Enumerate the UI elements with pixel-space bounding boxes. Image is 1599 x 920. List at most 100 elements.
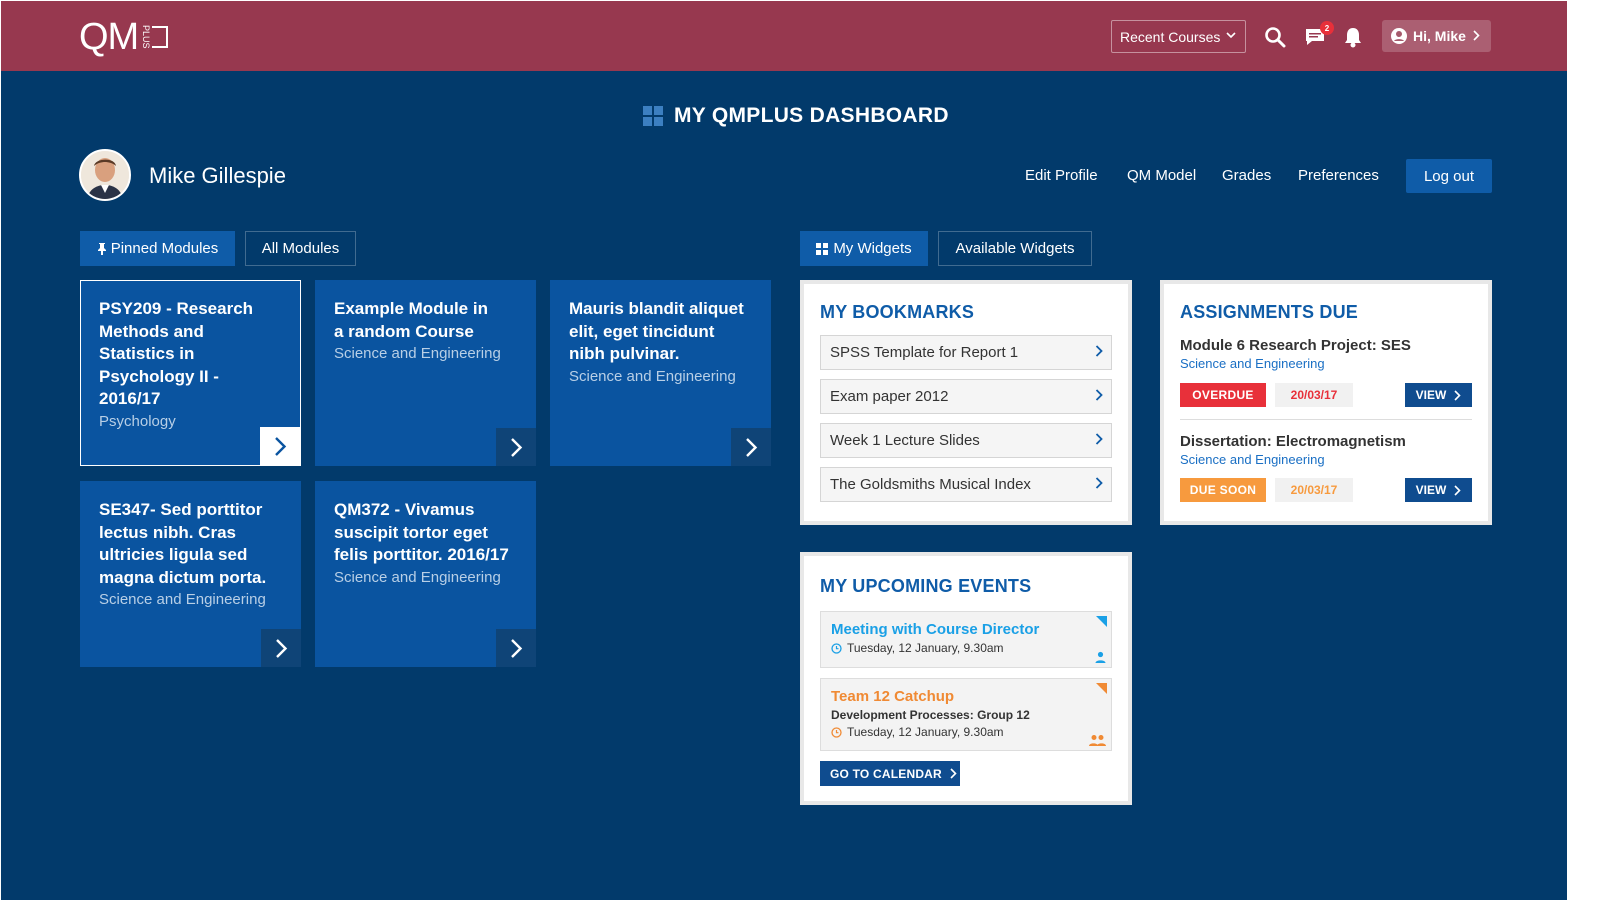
module-tile[interactable]: Example Module in a random Course Scienc…: [315, 280, 536, 466]
clock-icon: [831, 642, 842, 654]
divider: [1180, 419, 1472, 420]
event-description: Development Processes: Group 12: [831, 708, 1030, 722]
module-open-button[interactable]: [731, 428, 771, 466]
module-subtitle: Science and Engineering: [334, 568, 501, 586]
logo-plus-text: PLUS: [141, 25, 152, 49]
qmplus-logo[interactable]: QM PLUS: [79, 16, 169, 58]
page-title-text: MY QMPLUS DASHBOARD: [674, 104, 949, 127]
bookmark-item[interactable]: The Goldsmiths Musical Index: [820, 467, 1112, 502]
tab-my-widgets-label: My Widgets: [833, 240, 912, 257]
group-icon: [1089, 734, 1106, 746]
event-item[interactable]: Team 12 Catchup Development Processes: G…: [820, 678, 1112, 751]
event-time: Tuesday, 12 January, 9.30am: [831, 725, 1101, 739]
event-name: Meeting with Course Director: [831, 621, 1040, 638]
assignment-due-date: 20/03/17: [1275, 478, 1353, 502]
module-tile[interactable]: QM372 - Vivamus suscipit tortor eget fel…: [315, 481, 536, 667]
assignment-subtitle[interactable]: Science and Engineering: [1180, 452, 1472, 467]
module-title: QM372 - Vivamus suscipit tortor eget fel…: [334, 500, 509, 564]
bookmark-label: Exam paper 2012: [830, 388, 949, 405]
module-subtitle: Science and Engineering: [569, 367, 736, 385]
logo-bracket-icon: [152, 26, 169, 48]
module-title: Example Module in a random Course: [334, 299, 488, 341]
tab-available-widgets[interactable]: Available Widgets: [938, 231, 1092, 266]
search-icon[interactable]: [1263, 25, 1287, 49]
chevron-right-icon: [950, 768, 957, 779]
assignment-item: Dissertation: Electromagnetism Science a…: [1180, 433, 1472, 467]
module-open-button[interactable]: [496, 428, 536, 466]
chevron-right-icon: [1095, 344, 1103, 362]
assignment-subtitle[interactable]: Science and Engineering: [1180, 356, 1472, 371]
chevron-right-icon: [1473, 28, 1480, 44]
chevron-right-icon: [1454, 484, 1461, 496]
view-label: VIEW: [1415, 388, 1447, 402]
go-to-calendar-label: GO TO CALENDAR: [830, 766, 942, 781]
overdue-badge: OVERDUE: [1180, 383, 1266, 407]
events-title: MY UPCOMING EVENTS: [820, 576, 1032, 596]
chevron-right-icon: [1095, 388, 1103, 406]
assignment-due-date: 20/03/17: [1275, 383, 1353, 407]
assignments-widget: ASSIGNMENTS DUE Module 6 Research Projec…: [1160, 280, 1492, 525]
module-subtitle: Science and Engineering: [334, 345, 501, 362]
bookmark-label: Week 1 Lecture Slides: [830, 432, 980, 449]
tab-available-widgets-label: Available Widgets: [955, 240, 1075, 257]
logout-button[interactable]: Log out: [1406, 159, 1492, 193]
grades-link[interactable]: Grades: [1222, 167, 1271, 184]
tab-pinned-modules[interactable]: Pinned Modules: [80, 231, 235, 266]
event-name: Team 12 Catchup: [831, 688, 955, 705]
event-time: Tuesday, 12 January, 9.30am: [831, 641, 1101, 655]
event-item[interactable]: Meeting with Course Director Tuesday, 12…: [820, 611, 1112, 668]
event-type-marker: [1096, 683, 1107, 694]
view-label: VIEW: [1415, 483, 1447, 497]
module-open-button[interactable]: [261, 629, 301, 667]
bookmark-item[interactable]: Week 1 Lecture Slides: [820, 423, 1112, 458]
page-title: MY QMPLUS DASHBOARD: [643, 104, 949, 128]
go-to-calendar-button[interactable]: GO TO CALENDAR: [820, 761, 960, 786]
avatar[interactable]: [79, 149, 131, 201]
event-time-text: Tuesday, 12 January, 9.30am: [847, 725, 1004, 739]
bookmarks-widget: MY BOOKMARKS SPSS Template for Report 1 …: [800, 280, 1132, 525]
preferences-link[interactable]: Preferences: [1298, 167, 1379, 184]
chevron-right-icon: [1454, 389, 1461, 401]
module-tile[interactable]: Mauris blandit aliquet elit, eget tincid…: [550, 280, 771, 466]
module-tile[interactable]: PSY209 - Research Methods and Statistics…: [80, 280, 301, 466]
top-bar: QM PLUS Recent Courses 2 Hi, Mike: [1, 1, 1567, 71]
bookmark-item[interactable]: Exam paper 2012: [820, 379, 1112, 414]
tab-pinned-label: Pinned Modules: [110, 240, 219, 257]
dashboard-grid-icon: [643, 106, 663, 126]
module-open-button[interactable]: [260, 427, 300, 465]
recent-courses-dropdown[interactable]: Recent Courses: [1111, 20, 1246, 53]
view-assignment-button[interactable]: VIEW: [1405, 383, 1472, 407]
bookmark-label: SPSS Template for Report 1: [830, 344, 1019, 361]
profile-name: Mike Gillespie: [149, 163, 286, 188]
messages-badge: 2: [1320, 21, 1334, 35]
app-frame: QM PLUS Recent Courses 2 Hi, Mike MY QMP…: [1, 1, 1567, 900]
tab-all-modules[interactable]: All Modules: [245, 231, 356, 266]
module-subtitle: Science and Engineering: [99, 591, 266, 608]
chevron-down-icon: [1226, 31, 1236, 42]
edit-profile-link[interactable]: Edit Profile: [1025, 167, 1098, 184]
bookmark-item[interactable]: SPSS Template for Report 1: [820, 335, 1112, 370]
module-title: SE347- Sed porttitor lectus nibh. Cras u…: [99, 500, 267, 587]
tab-my-widgets[interactable]: My Widgets: [800, 231, 928, 266]
logo-text: QM: [79, 16, 139, 58]
assignment-title: Module 6 Research Project: SES: [1180, 337, 1411, 354]
assignment-item: Module 6 Research Project: SES Science a…: [1180, 337, 1472, 371]
pin-icon: [97, 242, 107, 255]
event-time-text: Tuesday, 12 January, 9.30am: [847, 641, 1004, 655]
bookmarks-title: MY BOOKMARKS: [820, 302, 975, 322]
qm-model-link[interactable]: QM Model: [1127, 167, 1196, 184]
module-subtitle: Psychology: [99, 412, 176, 430]
bell-icon[interactable]: [1341, 25, 1365, 49]
assignment-title: Dissertation: Electromagnetism: [1180, 433, 1406, 450]
assignments-title: ASSIGNMENTS DUE: [1180, 302, 1359, 322]
module-tile[interactable]: SE347- Sed porttitor lectus nibh. Cras u…: [80, 481, 301, 667]
user-menu-button[interactable]: Hi, Mike: [1382, 20, 1491, 52]
bookmark-label: The Goldsmiths Musical Index: [830, 476, 1031, 493]
module-open-button[interactable]: [496, 629, 536, 667]
upcoming-events-widget: MY UPCOMING EVENTS Meeting with Course D…: [800, 552, 1132, 805]
view-assignment-button[interactable]: VIEW: [1405, 478, 1472, 502]
recent-courses-label: Recent Courses: [1120, 28, 1221, 45]
widgets-grid-icon: [816, 242, 829, 255]
clock-icon: [831, 726, 842, 738]
chevron-right-icon: [1095, 432, 1103, 450]
